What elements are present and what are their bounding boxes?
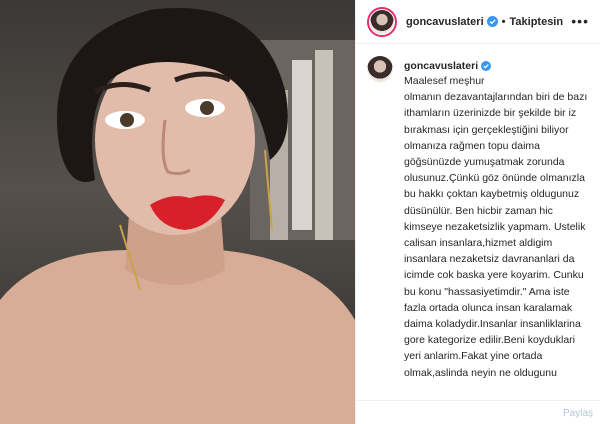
background-clothes [292,60,312,230]
share-link[interactable]: Paylaş [563,408,593,419]
left-iris [120,113,134,127]
caption-username[interactable]: goncavuslateri [404,60,492,72]
post-photo[interactable] [0,0,355,424]
post-header: goncavuslateri • Takiptesin ••• [356,0,600,44]
avatar-image [370,9,394,34]
selfie-image [0,7,355,424]
caption-scrollbar[interactable] [594,44,600,384]
more-options-icon[interactable]: ••• [571,14,589,28]
caption-avatar[interactable] [367,56,393,82]
caption-body: goncavuslateri Maalesef meşhur olmanın d… [404,56,594,388]
caption-username-text: goncavuslateri [404,60,479,72]
header-username[interactable]: goncavuslateri [406,16,484,28]
header-separator: • [501,15,506,28]
post-footer: Paylaş [356,400,600,424]
verified-badge-icon [486,16,498,27]
profile-avatar[interactable] [367,6,397,37]
background-clothes [315,50,333,240]
post-side-panel: goncavuslateri • Takiptesin ••• goncavus… [355,0,600,424]
following-button[interactable]: Takiptesin [510,16,564,28]
instagram-post: goncavuslateri • Takiptesin ••• goncavus… [0,0,600,424]
caption-text: Maalesef meşhur olmanın dezavantajlarınd… [404,75,588,379]
caption-block: goncavuslateri Maalesef meşhur olmanın d… [367,56,600,388]
right-iris [200,101,214,115]
verified-badge-icon [481,61,492,71]
